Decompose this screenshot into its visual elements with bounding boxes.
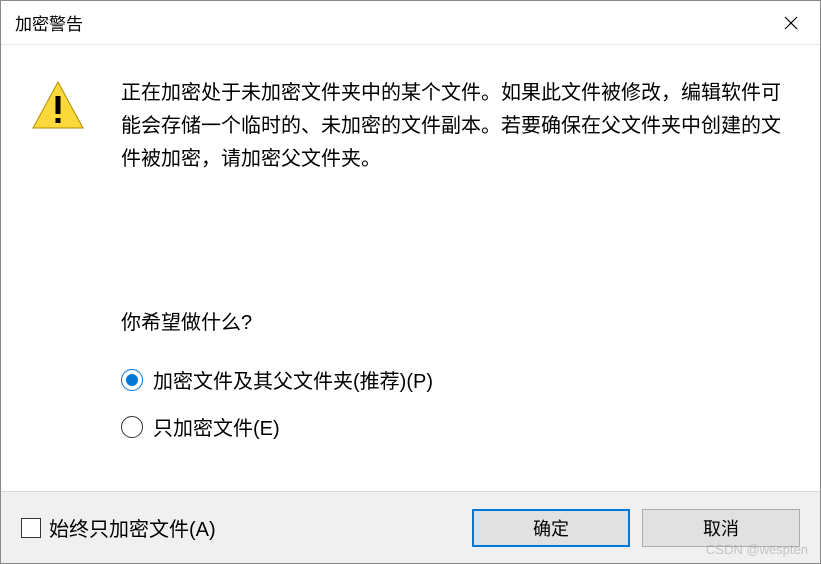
dialog-content: 正在加密处于未加密文件夹中的某个文件。如果此文件被修改，编辑软件可能会存储一个临…	[1, 45, 820, 491]
radio-indicator-unchecked	[121, 416, 143, 438]
close-icon	[784, 16, 798, 30]
warning-icon	[31, 79, 85, 133]
radio-encrypt-file-only[interactable]: 只加密文件(E)	[121, 412, 790, 441]
text-column: 正在加密处于未加密文件夹中的某个文件。如果此文件被修改，编辑软件可能会存储一个临…	[101, 77, 790, 471]
radio-encrypt-parent[interactable]: 加密文件及其父文件夹(推荐)(P)	[121, 365, 790, 394]
dialog-title: 加密警告	[15, 10, 83, 35]
radio-label: 只加密文件(E)	[153, 412, 280, 441]
titlebar: 加密警告	[1, 1, 820, 45]
icon-column	[31, 77, 101, 471]
message-text: 正在加密处于未加密文件夹中的某个文件。如果此文件被修改，编辑软件可能会存储一个临…	[121, 77, 790, 176]
question-text: 你希望做什么?	[121, 306, 790, 335]
always-encrypt-checkbox[interactable]: 始终只加密文件(A)	[21, 513, 216, 542]
radio-indicator-checked	[121, 369, 143, 391]
cancel-button[interactable]: 取消	[642, 509, 800, 547]
close-button[interactable]	[762, 1, 820, 45]
dialog-footer: 始终只加密文件(A) 确定 取消	[1, 491, 820, 563]
ok-button[interactable]: 确定	[472, 509, 630, 547]
radio-label: 加密文件及其父文件夹(推荐)(P)	[153, 365, 433, 394]
watermark: CSDN @wespten	[706, 542, 808, 557]
radio-group: 加密文件及其父文件夹(推荐)(P) 只加密文件(E)	[121, 365, 790, 441]
checkbox-box	[21, 518, 41, 538]
checkbox-label: 始终只加密文件(A)	[49, 513, 216, 542]
